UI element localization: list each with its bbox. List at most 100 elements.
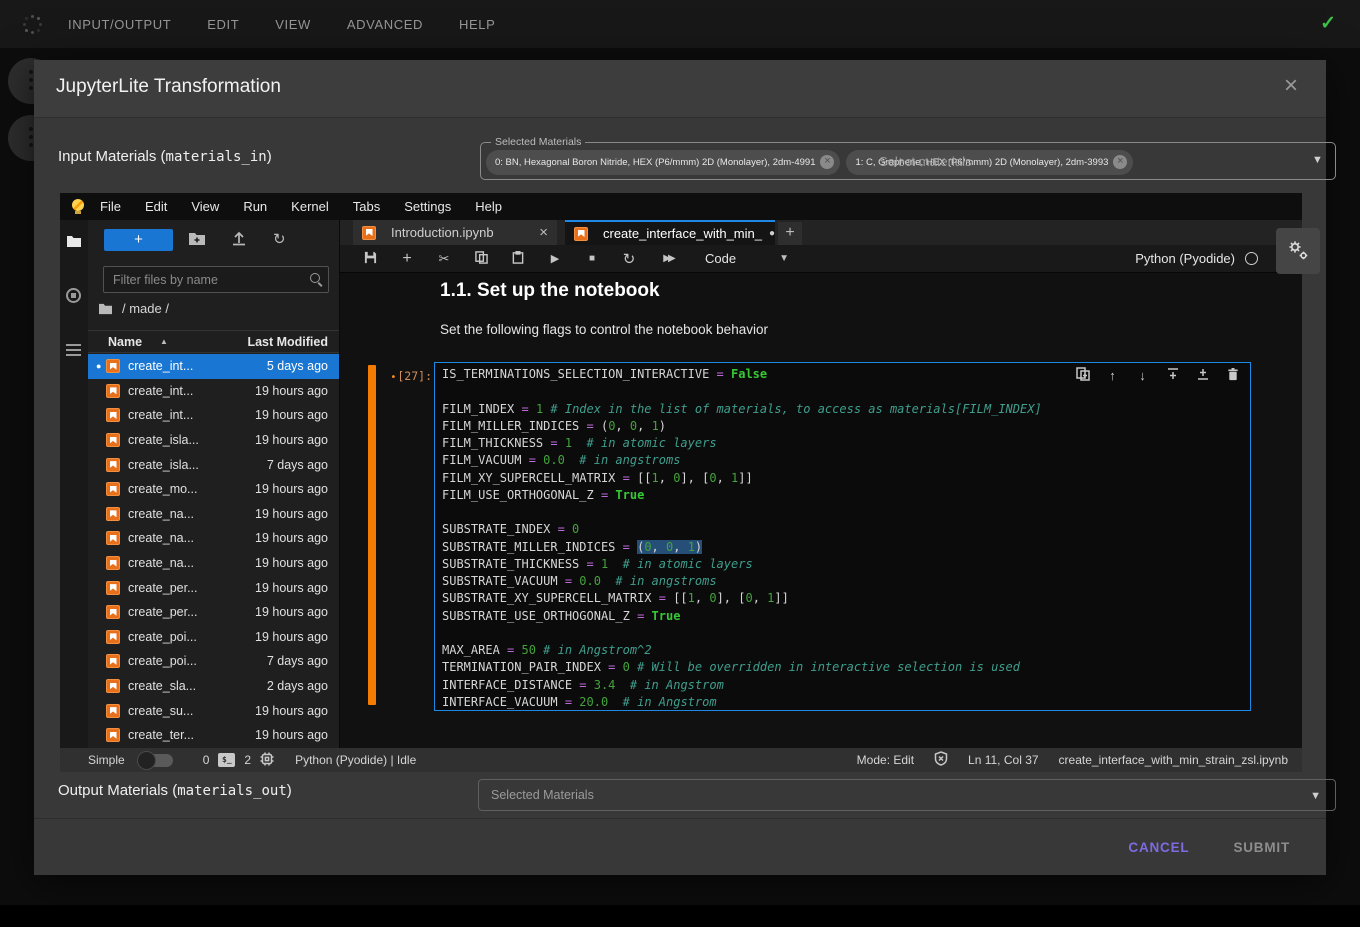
chip-delete-icon[interactable]: × <box>1113 155 1127 169</box>
kernel-status-text[interactable]: Python (Pyodide) | Idle <box>295 753 416 767</box>
jupyter-menu-run[interactable]: Run <box>243 199 267 214</box>
chip-delete-icon[interactable]: × <box>820 155 834 169</box>
file-row[interactable]: create_per...19 hours ago <box>88 575 339 600</box>
app-menu-help[interactable]: HELP <box>459 17 495 32</box>
notebook-file-icon <box>106 728 120 742</box>
file-list-header: Name ▲ Last Modified <box>88 330 339 353</box>
file-row[interactable]: ●create_int...5 days ago <box>88 354 339 379</box>
notebook-file-icon <box>106 654 120 668</box>
cancel-button[interactable]: CANCEL <box>1128 840 1189 855</box>
file-name: create_int... <box>128 384 255 398</box>
tab-close-icon[interactable]: × <box>539 224 548 241</box>
close-icon[interactable]: × <box>1284 74 1298 98</box>
file-row[interactable]: create_int...19 hours ago <box>88 379 339 404</box>
file-row[interactable]: create_na...19 hours ago <box>88 502 339 527</box>
jupyter-menu-edit[interactable]: Edit <box>145 199 167 214</box>
file-name: create_mo... <box>128 482 255 496</box>
new-folder-icon[interactable] <box>188 230 206 248</box>
app-menu-input-output[interactable]: INPUT/OUTPUT <box>68 17 171 32</box>
kernel-name-button[interactable]: Python (Pyodide) <box>1135 251 1235 266</box>
column-name[interactable]: Name <box>108 335 142 349</box>
kernel-status-icon[interactable] <box>1245 252 1258 265</box>
file-modified: 19 hours ago <box>255 507 339 521</box>
file-row[interactable]: create_su...19 hours ago <box>88 698 339 723</box>
file-browser-toolbar: + ↻ <box>88 226 339 254</box>
jupyter-menu-tabs[interactable]: Tabs <box>353 199 380 214</box>
file-browser-tab-icon[interactable] <box>66 234 82 250</box>
jupyter-menu-settings[interactable]: Settings <box>404 199 451 214</box>
file-row[interactable]: create_na...19 hours ago <box>88 526 339 551</box>
duplicate-cell-icon[interactable] <box>1075 367 1090 384</box>
add-tab-button[interactable]: + <box>778 222 802 245</box>
file-row[interactable]: create_per...19 hours ago <box>88 600 339 625</box>
app-menu-advanced[interactable]: ADVANCED <box>347 17 423 32</box>
jupyter-menu-kernel[interactable]: Kernel <box>291 199 329 214</box>
code-line <box>442 383 1242 400</box>
file-row[interactable]: create_mo...19 hours ago <box>88 477 339 502</box>
settings-gears-icon[interactable] <box>1276 228 1320 274</box>
chevron-down-icon[interactable]: ▼ <box>779 253 789 264</box>
upload-icon[interactable] <box>231 230 249 248</box>
terminals-count[interactable]: 0 <box>203 753 210 767</box>
file-modified: 19 hours ago <box>255 433 339 447</box>
kernel-chip-icon[interactable] <box>260 752 274 769</box>
filter-files-input[interactable]: Filter files by name <box>103 266 329 293</box>
tab-introduction[interactable]: Introduction.ipynb × <box>353 220 557 245</box>
insert-cell-above-icon[interactable] <box>1165 367 1180 384</box>
file-row[interactable]: create_sla...2 days ago <box>88 674 339 699</box>
active-filename[interactable]: create_interface_with_min_strain_zsl.ipy… <box>1059 753 1288 767</box>
save-icon[interactable] <box>362 251 378 267</box>
paste-cells-icon[interactable] <box>510 251 526 267</box>
code-cell-editor[interactable]: IS_TERMINATIONS_SELECTION_INTERACTIVE = … <box>434 362 1251 711</box>
file-row[interactable]: create_isla...19 hours ago <box>88 428 339 453</box>
file-row[interactable]: create_poi...7 days ago <box>88 649 339 674</box>
kernel-sessions-count[interactable]: 2 <box>244 753 251 767</box>
copy-cells-icon[interactable] <box>473 251 489 267</box>
material-chip[interactable]: 0: BN, Hexagonal Boron Nitride, HEX (P6/… <box>486 150 840 175</box>
table-of-contents-tab-icon[interactable] <box>66 342 82 358</box>
cut-cells-icon[interactable]: ✂ <box>436 251 452 267</box>
restart-run-all-icon[interactable]: ▶▶ <box>658 253 678 264</box>
cell-collapser[interactable] <box>368 365 376 705</box>
file-name: create_int... <box>128 408 255 422</box>
move-cell-up-icon[interactable]: ↑ <box>1105 368 1120 383</box>
terminal-icon[interactable]: $_ <box>218 753 235 767</box>
app-logo-icon[interactable] <box>22 14 42 34</box>
insert-cell-icon[interactable]: + <box>399 250 415 268</box>
output-label-prefix: Output Materials ( <box>58 782 177 799</box>
run-cell-icon[interactable]: ▶ <box>547 252 563 265</box>
file-row[interactable]: create_poi...19 hours ago <box>88 625 339 650</box>
app-menu-view[interactable]: VIEW <box>275 17 311 32</box>
mode-indicator[interactable]: Mode: Edit <box>857 753 914 767</box>
notebook-file-icon <box>106 482 120 496</box>
simple-mode-toggle[interactable] <box>139 754 173 767</box>
new-launcher-button[interactable]: + <box>104 229 173 251</box>
trust-shield-icon[interactable] <box>934 751 948 769</box>
jupyter-menu-view[interactable]: View <box>191 199 219 214</box>
chevron-down-icon[interactable]: ▼ <box>1312 154 1323 166</box>
jupyter-menu-help[interactable]: Help <box>475 199 502 214</box>
tab-create-interface[interactable]: create_interface_with_min_ ● <box>565 220 775 245</box>
file-row[interactable]: create_isla...7 days ago <box>88 452 339 477</box>
refresh-icon[interactable]: ↻ <box>273 230 291 248</box>
select-materials-placeholder[interactable]: Select materials <box>879 154 971 169</box>
file-row[interactable]: create_ter...19 hours ago <box>88 723 339 748</box>
column-last-modified[interactable]: Last Modified <box>247 335 328 349</box>
output-materials-select[interactable]: Selected Materials ▼ <box>478 779 1336 811</box>
insert-cell-below-icon[interactable] <box>1195 367 1210 384</box>
interrupt-kernel-icon[interactable]: ■ <box>584 253 600 264</box>
cell-type-select[interactable]: Code <box>705 251 736 266</box>
app-menu-edit[interactable]: EDIT <box>207 17 239 32</box>
restart-kernel-icon[interactable]: ↻ <box>621 250 637 268</box>
breadcrumb[interactable]: / made / <box>98 300 169 316</box>
file-row[interactable]: create_na...19 hours ago <box>88 551 339 576</box>
delete-cell-icon[interactable] <box>1225 368 1240 384</box>
jupyter-menu-file[interactable]: File <box>100 199 121 214</box>
notebook-file-icon <box>106 679 120 693</box>
material-chips: 0: BN, Hexagonal Boron Nitride, HEX (P6/… <box>486 148 1086 176</box>
submit-button[interactable]: SUBMIT <box>1233 840 1290 855</box>
file-row[interactable]: create_int...19 hours ago <box>88 403 339 428</box>
move-cell-down-icon[interactable]: ↓ <box>1135 368 1150 383</box>
cursor-position[interactable]: Ln 11, Col 37 <box>968 753 1039 767</box>
running-sessions-tab-icon[interactable] <box>66 288 82 304</box>
